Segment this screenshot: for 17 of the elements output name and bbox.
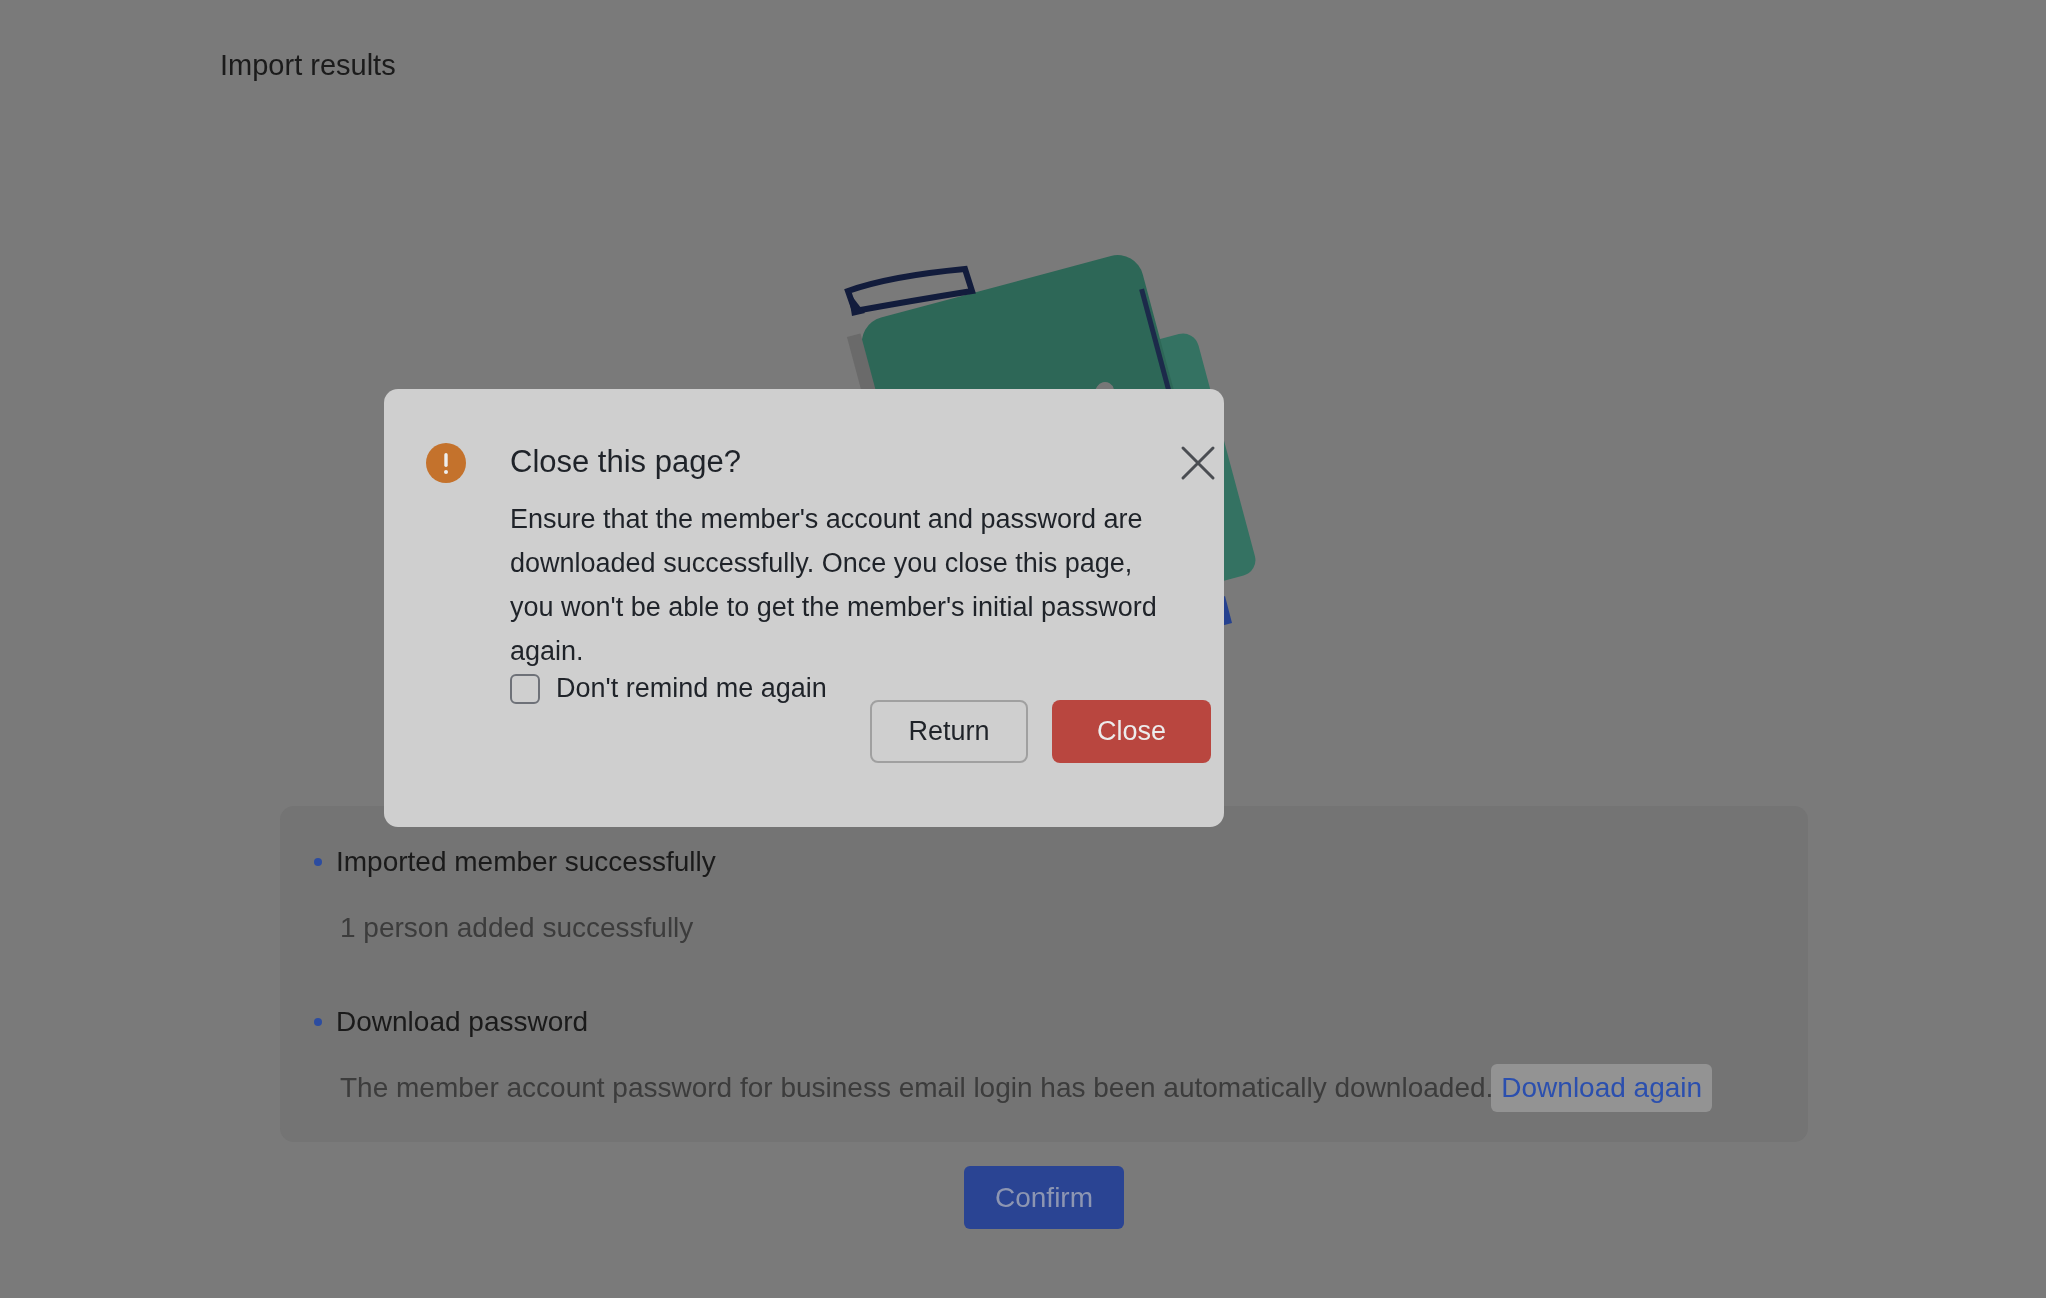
download-again-link[interactable]: Download again xyxy=(1491,1064,1713,1112)
confirm-button[interactable]: Confirm xyxy=(964,1166,1124,1229)
result-detail: 1 person added successfully xyxy=(340,912,694,944)
close-icon[interactable] xyxy=(1180,445,1216,481)
warning-icon xyxy=(426,443,466,483)
result-detail: The member account password for business email login has been automatically downloaded. xyxy=(340,1072,1494,1104)
page-title: Import results xyxy=(220,48,396,83)
bullet-dot xyxy=(314,1018,322,1026)
result-heading: Download password xyxy=(336,1005,589,1039)
close-button[interactable]: Close xyxy=(1052,700,1211,763)
return-button[interactable]: Return xyxy=(870,700,1028,763)
checkbox-label[interactable]: Don't remind me again xyxy=(556,673,827,704)
checkbox[interactable] xyxy=(510,673,540,704)
dialog-message: Ensure that the member's account and password are downloaded successfully. Once you close this page, you won't be able to get the member's initial password again. xyxy=(510,503,1158,668)
dialog-title: Close this page? xyxy=(510,443,742,481)
result-heading: Imported member successfully xyxy=(336,845,716,879)
bullet-dot xyxy=(314,858,322,866)
